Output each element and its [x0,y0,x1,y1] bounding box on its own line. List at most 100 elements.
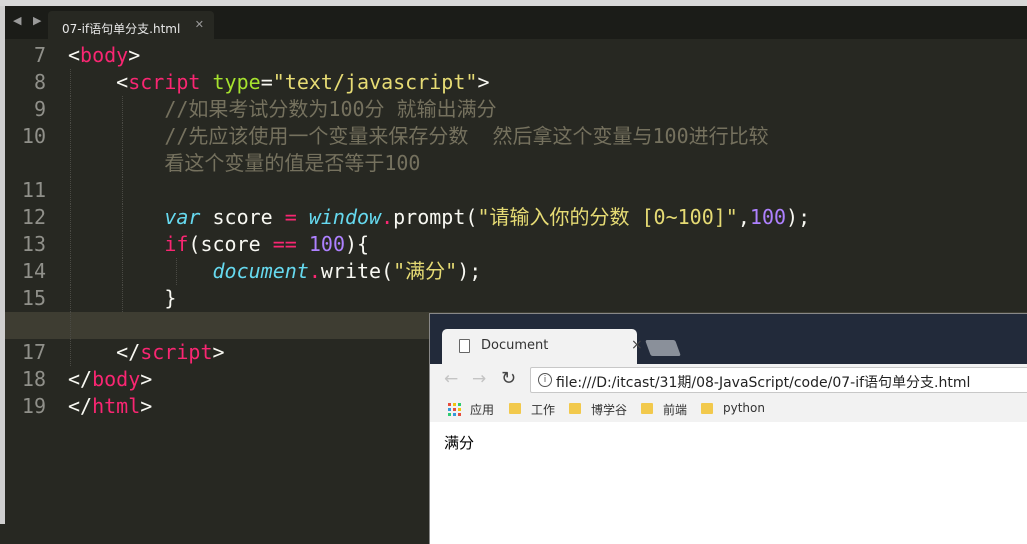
code-token: html [92,394,141,418]
code-comment: //先应该使用一个变量来保存分数 然后拿这个变量与100进行比较 [164,124,769,148]
indent-guide [70,204,71,231]
indent-guide [122,258,123,285]
code-token: . [308,259,321,283]
browser-tab-strip: Document × [430,314,1027,364]
code-token: , [737,205,750,229]
code-line[interactable]: } [68,285,1027,312]
code-token: > [212,340,225,364]
code-token: body [80,43,129,67]
folder-icon [509,403,521,414]
bookmark-label: 前端 [663,403,688,417]
code-token: 100 [308,232,345,256]
line-number-gutter: 7 8 9 10 11 12 13 14 15 16 17 18 19 [5,42,60,420]
code-token: type [212,70,261,94]
bookmark-label: 工作 [531,403,556,417]
code-line[interactable]: <body> [68,42,1027,69]
folder-icon [569,403,581,414]
code-line[interactable]: //先应该使用一个变量来保存分数 然后拿这个变量与100进行比较 [68,123,1027,150]
bookmark-label: 应用 [470,403,495,417]
back-arrow-icon[interactable]: ← [444,369,458,389]
line-number: 17 [21,340,46,364]
code-token: script [140,340,213,364]
code-token: ); [786,205,811,229]
code-token: == [272,232,297,256]
info-icon[interactable]: i [538,373,552,387]
bookmark-label: 博学谷 [591,403,628,417]
close-icon[interactable]: × [631,337,643,353]
line-number [5,150,60,177]
code-token: </ [68,394,93,418]
line-number: 7 [33,43,46,67]
code-token: 100 [749,205,787,229]
code-token: (score [188,232,273,256]
bookmark-label: python [723,401,765,415]
code-token: > [140,367,153,391]
code-line[interactable]: if(score == 100){ [68,231,1027,258]
code-token: "text/javascript" [272,70,478,94]
code-token: < [68,43,81,67]
url-text[interactable]: file:///D:/itcast/31期/08-JavaScript/code… [556,372,970,392]
indent-guide [70,231,71,258]
line-number: 14 [21,259,46,283]
code-token: } [164,286,177,310]
line-number: 8 [33,70,46,94]
indent-guide [70,69,71,96]
code-token: "满分" [393,259,458,283]
browser-window: Document × ← → ↻ i file:///D:/itcast/31期… [430,314,1027,544]
indent-guide [122,177,123,204]
code-comment: //如果考试分数为100分 就输出满分 [164,97,497,121]
browser-tab-active[interactable]: Document × [442,329,643,364]
line-number: 11 [21,178,46,202]
close-icon[interactable]: ✕ [195,18,204,31]
line-number: 12 [21,205,46,229]
tab-nav-arrows-icon[interactable]: ◀ ▶ [13,14,45,27]
new-tab-button[interactable] [645,340,681,356]
line-number: 9 [33,97,46,121]
address-bar[interactable]: i file:///D:/itcast/31期/08-JavaScript/co… [530,367,1027,393]
page-content: 满分 [430,422,1027,544]
code-token: </ [68,367,93,391]
indent-guide [70,123,71,150]
line-number: 13 [21,232,46,256]
indent-guide [122,285,123,312]
editor-tab-bar: ◀ ▶ 07-if语句单分支.html ✕ [5,6,1027,39]
code-token: body [92,367,141,391]
line-number: 15 [21,286,46,310]
code-token: </ [116,340,141,364]
code-token: > [477,70,490,94]
code-line[interactable] [68,177,1027,204]
bookmarks-bar: 应用 工作 博学谷 前端 python [430,396,1027,423]
forward-arrow-icon[interactable]: → [472,369,486,389]
code-token: prompt( [393,205,478,229]
code-line-wrapped[interactable]: 看这个变量的值是否等于100 [68,150,1027,177]
reload-icon[interactable]: ↻ [501,368,516,389]
code-line[interactable]: //如果考试分数为100分 就输出满分 [68,96,1027,123]
code-token: . [381,205,394,229]
code-comment: 看这个变量的值是否等于100 [164,151,421,175]
indent-guide [70,150,71,177]
code-token: window [308,205,382,229]
indent-guide [122,96,123,123]
code-line[interactable]: document.write("满分"); [68,258,1027,285]
indent-guide [70,96,71,123]
indent-guide [122,123,123,150]
editor-tab-label: 07-if语句单分支.html [62,22,181,36]
folder-icon [641,403,653,414]
code-token: var [164,205,201,229]
indent-guide [70,177,71,204]
code-token: ); [457,259,482,283]
indent-guide [122,150,123,177]
editor-tab-active[interactable]: 07-if语句单分支.html ✕ [48,11,214,39]
line-number: 10 [21,124,46,148]
document-icon [459,339,470,353]
code-token: = [284,205,297,229]
code-line[interactable]: <script type="text/javascript"> [68,69,1027,96]
code-token: score [200,205,285,229]
code-token: > [140,394,153,418]
code-line[interactable]: var score = window.prompt("请输入你的分数 [0~10… [68,204,1027,231]
apps-grid-icon [448,403,461,416]
line-number: 19 [21,394,46,418]
code-token: document [212,259,309,283]
